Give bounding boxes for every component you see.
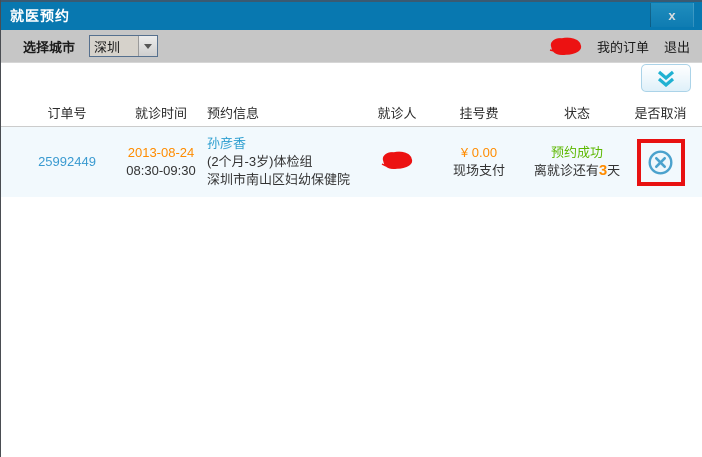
title-bar: 就医预约 x <box>1 0 702 30</box>
my-orders-link[interactable]: 我的订单 <box>597 37 649 56</box>
redaction-scribble-username <box>548 37 582 55</box>
collapse-panel-button[interactable] <box>641 64 691 92</box>
header-status: 状态 <box>525 103 629 122</box>
header-visit-time: 就诊时间 <box>123 103 199 122</box>
visit-date: 2013-08-24 <box>123 144 199 162</box>
toolbar: 选择城市 深圳 我的订单 退出 <box>1 30 702 63</box>
status-cell: 预约成功 离就诊还有3天 <box>525 144 629 180</box>
days-prefix: 离就诊还有 <box>534 163 599 178</box>
redaction-scribble-patient <box>381 150 413 170</box>
cancel-order-button[interactable] <box>647 149 674 176</box>
orders-table-header: 订单号 就诊时间 预约信息 就诊人 挂号费 状态 是否取消 <box>1 99 702 127</box>
status-success: 预约成功 <box>525 144 629 162</box>
header-cancel: 是否取消 <box>629 103 692 122</box>
days-number: 3 <box>599 162 607 179</box>
appointment-info-cell: 孙彦香 (2个月-3岁)体检组 深圳市南山区妇幼保健院 <box>199 135 361 189</box>
logout-link[interactable]: 退出 <box>664 37 690 56</box>
cancel-cell <box>629 139 692 186</box>
days-remaining: 离就诊还有3天 <box>525 162 629 180</box>
close-icon: x <box>668 8 675 23</box>
order-row: 25992449 2013-08-24 08:30-09:30 孙彦香 (2个月… <box>1 127 702 197</box>
header-order-no: 订单号 <box>11 103 123 122</box>
patient-name-link[interactable]: 孙彦香 <box>207 135 361 153</box>
toolbar-links: 我的订单 退出 <box>548 37 690 56</box>
header-patient: 就诊人 <box>361 103 433 122</box>
patient-cell <box>361 150 433 175</box>
days-suffix: 天 <box>607 163 620 178</box>
fee-method: 现场支付 <box>433 162 525 180</box>
city-dropdown[interactable]: 深圳 <box>89 35 158 57</box>
dropdown-arrow-button[interactable] <box>138 36 157 56</box>
appointment-window: 就医预约 x 选择城市 深圳 我的订单 退出 <box>0 0 702 457</box>
checkup-group: (2个月-3岁)体检组 <box>207 153 361 171</box>
red-highlight-annotation <box>637 139 685 186</box>
fee-amount: ¥ 0.00 <box>433 144 525 162</box>
visit-time-cell: 2013-08-24 08:30-09:30 <box>123 144 199 180</box>
close-button[interactable]: x <box>650 3 694 27</box>
city-select-label: 选择城市 <box>23 37 75 56</box>
city-selector-group: 选择城市 深圳 <box>23 35 158 57</box>
header-appointment-info: 预约信息 <box>199 103 361 122</box>
order-number[interactable]: 25992449 <box>11 153 123 171</box>
visit-time-range: 08:30-09:30 <box>123 162 199 180</box>
header-fee: 挂号费 <box>433 103 525 122</box>
double-chevron-down-icon <box>655 70 677 87</box>
window-title: 就医预约 <box>10 6 70 26</box>
triangle-down-icon <box>144 44 152 49</box>
hospital-name: 深圳市南山区妇幼保健院 <box>207 171 361 189</box>
fee-cell: ¥ 0.00 现场支付 <box>433 144 525 180</box>
city-dropdown-value: 深圳 <box>90 37 120 56</box>
